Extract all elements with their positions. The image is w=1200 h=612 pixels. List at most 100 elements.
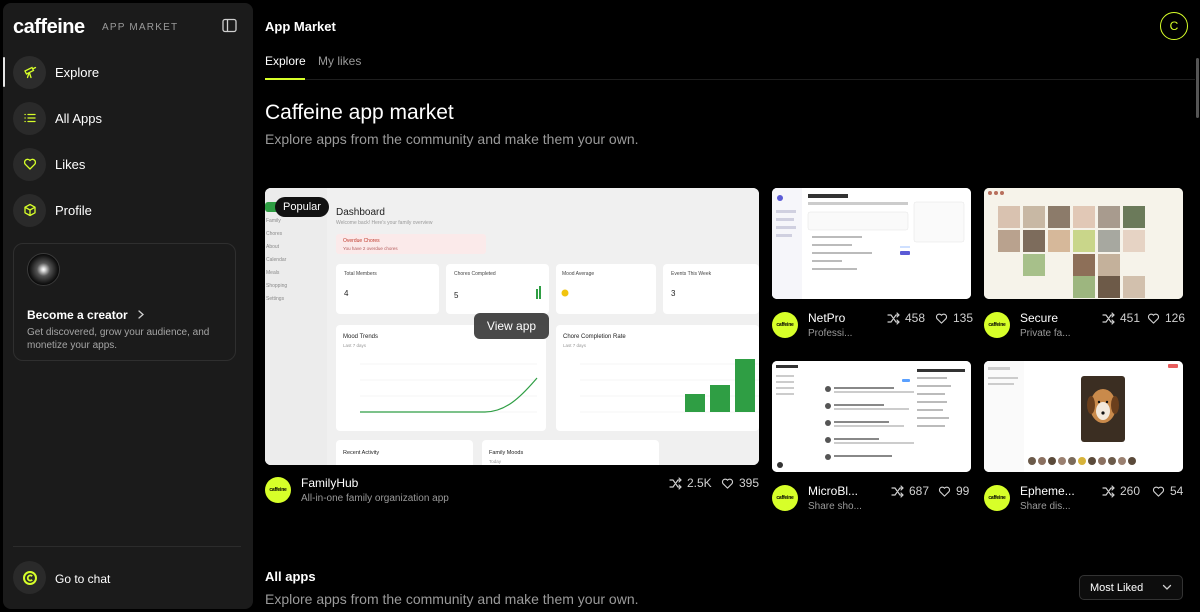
- svg-text:Family Moods: Family Moods: [489, 450, 523, 456]
- sidebar-item-likes[interactable]: Likes: [3, 142, 253, 186]
- tabs-divider: [265, 79, 1195, 80]
- app-name[interactable]: Secure: [1020, 311, 1090, 325]
- caffeine-logo-icon: [13, 561, 46, 594]
- creator-title: Become a creator: [27, 308, 145, 322]
- cube-icon: [13, 193, 46, 227]
- svg-text:Mood Trends: Mood Trends: [343, 334, 378, 340]
- svg-text:Chores: Chores: [266, 231, 283, 237]
- svg-text:Mood Average: Mood Average: [562, 271, 594, 277]
- app-preview-secure[interactable]: [984, 188, 1183, 299]
- heart-icon: [721, 478, 734, 489]
- creator-description: Get discovered, grow your audience, and …: [27, 327, 210, 351]
- svg-text:Meals: Meals: [266, 270, 280, 276]
- remix-count[interactable]: 687: [891, 484, 929, 498]
- sidebar-item-all-apps[interactable]: All Apps: [3, 96, 253, 140]
- app-name[interactable]: Epheme...: [1020, 484, 1076, 498]
- tab-my-likes[interactable]: My likes: [318, 54, 361, 68]
- active-tab-indicator: [265, 78, 305, 80]
- app-name[interactable]: NetPro: [808, 311, 878, 325]
- heart-icon: [1147, 313, 1160, 324]
- telescope-icon: [13, 55, 46, 89]
- heart-icon: [13, 147, 46, 181]
- sidebar-toggle-button[interactable]: [222, 18, 237, 33]
- svg-text:Last 7 days: Last 7 days: [343, 343, 367, 348]
- remix-count[interactable]: 451: [1102, 311, 1140, 325]
- page-subtitle: Explore apps from the community and make…: [265, 131, 639, 147]
- svg-text:3: 3: [671, 289, 676, 298]
- svg-text:Calendar: Calendar: [266, 257, 287, 263]
- app-preview-ephemeral[interactable]: [984, 361, 1183, 472]
- app-preview-netpro[interactable]: [772, 188, 971, 299]
- page-header-title: App Market: [265, 19, 336, 34]
- app-name[interactable]: MicroBl...: [808, 484, 860, 498]
- sidebar-item-profile[interactable]: Profile: [3, 188, 253, 232]
- app-description: Share dis...: [1020, 501, 1071, 512]
- svg-text:Events This Week: Events This Week: [671, 271, 712, 277]
- go-to-chat-label: Go to chat: [55, 572, 111, 586]
- page-title: Caffeine app market: [265, 101, 454, 124]
- all-apps-subtitle: Explore apps from the community and make…: [265, 591, 639, 607]
- heart-icon: [935, 313, 948, 324]
- app-logo: caffeine: [984, 312, 1010, 338]
- svg-text:Shopping: Shopping: [266, 283, 287, 289]
- app-description: Professi...: [808, 328, 853, 339]
- app-preview-microblog[interactable]: [772, 361, 971, 472]
- svg-text:About: About: [266, 244, 280, 250]
- svg-text:You have 2 overdue chores: You have 2 overdue chores: [343, 246, 398, 251]
- go-to-chat-button[interactable]: Go to chat: [3, 556, 253, 600]
- sidebar-item-explore[interactable]: Explore: [3, 50, 253, 94]
- remix-count[interactable]: 260: [1102, 484, 1140, 498]
- sort-dropdown[interactable]: Most Liked: [1079, 575, 1183, 600]
- svg-text:Overdue Chores: Overdue Chores: [343, 238, 380, 244]
- brand-subtitle: APP MARKET: [102, 22, 179, 33]
- like-count[interactable]: 99: [938, 484, 969, 498]
- sort-value: Most Liked: [1090, 581, 1144, 594]
- chevron-down-icon: [1162, 584, 1172, 590]
- sidebar-item-label: Profile: [55, 202, 92, 218]
- app-logo: caffeine: [984, 485, 1010, 511]
- become-creator-card[interactable]: Become a creator Get discovered, grow yo…: [13, 243, 236, 361]
- svg-text:Recent Activity: Recent Activity: [343, 450, 379, 456]
- like-count[interactable]: 126: [1147, 311, 1185, 325]
- scrollbar[interactable]: [1196, 58, 1199, 118]
- svg-text:Welcome back! Here's your fami: Welcome back! Here's your family overvie…: [336, 220, 433, 226]
- featured-app-preview[interactable]: Family Chores About Calendar Meals Shopp…: [265, 188, 759, 465]
- app-logo: caffeine: [772, 485, 798, 511]
- app-logo: caffeine: [772, 312, 798, 338]
- svg-text:4: 4: [344, 289, 349, 298]
- creator-orb-image: [27, 253, 60, 286]
- like-count[interactable]: 54: [1152, 484, 1183, 498]
- user-avatar[interactable]: C: [1160, 12, 1188, 40]
- svg-text:5: 5: [454, 291, 459, 300]
- like-count[interactable]: 395: [721, 476, 759, 490]
- shuffle-icon: [669, 476, 682, 490]
- view-app-button[interactable]: View app: [474, 313, 549, 339]
- svg-text:Dashboard: Dashboard: [336, 207, 385, 218]
- heart-icon: [938, 486, 951, 497]
- brand-logo[interactable]: caffeine: [13, 16, 85, 39]
- shuffle-icon: [891, 484, 904, 498]
- remix-count[interactable]: 2.5K: [669, 476, 712, 490]
- sidebar-item-label: Explore: [55, 64, 100, 80]
- like-count[interactable]: 135: [935, 311, 973, 325]
- svg-text:Last 7 days: Last 7 days: [563, 343, 587, 348]
- sidebar-item-label: All Apps: [55, 110, 102, 126]
- app-logo: caffeine: [265, 477, 291, 503]
- shuffle-icon: [887, 311, 900, 325]
- svg-text:Settings: Settings: [266, 296, 285, 302]
- sidebar-item-label: Likes: [55, 156, 86, 172]
- featured-app-name[interactable]: FamilyHub: [301, 476, 358, 490]
- remix-count[interactable]: 458: [887, 311, 925, 325]
- app-description: Private fa...: [1020, 328, 1071, 339]
- featured-app-description: All-in-one family organization app: [301, 493, 449, 504]
- tab-explore[interactable]: Explore: [265, 54, 306, 68]
- shuffle-icon: [1102, 484, 1115, 498]
- sidebar-toggle-icon: [222, 18, 237, 33]
- sidebar: caffeine APP MARKET Explore All Apps Lik…: [3, 3, 253, 609]
- svg-text:Family: Family: [266, 218, 281, 224]
- chevron-right-icon: [138, 310, 145, 319]
- svg-text:Chores Completed: Chores Completed: [454, 271, 496, 277]
- svg-text:Chore Completion Rate: Chore Completion Rate: [563, 334, 626, 340]
- app-description: Share sho...: [808, 501, 862, 512]
- popular-badge: Popular: [275, 197, 329, 217]
